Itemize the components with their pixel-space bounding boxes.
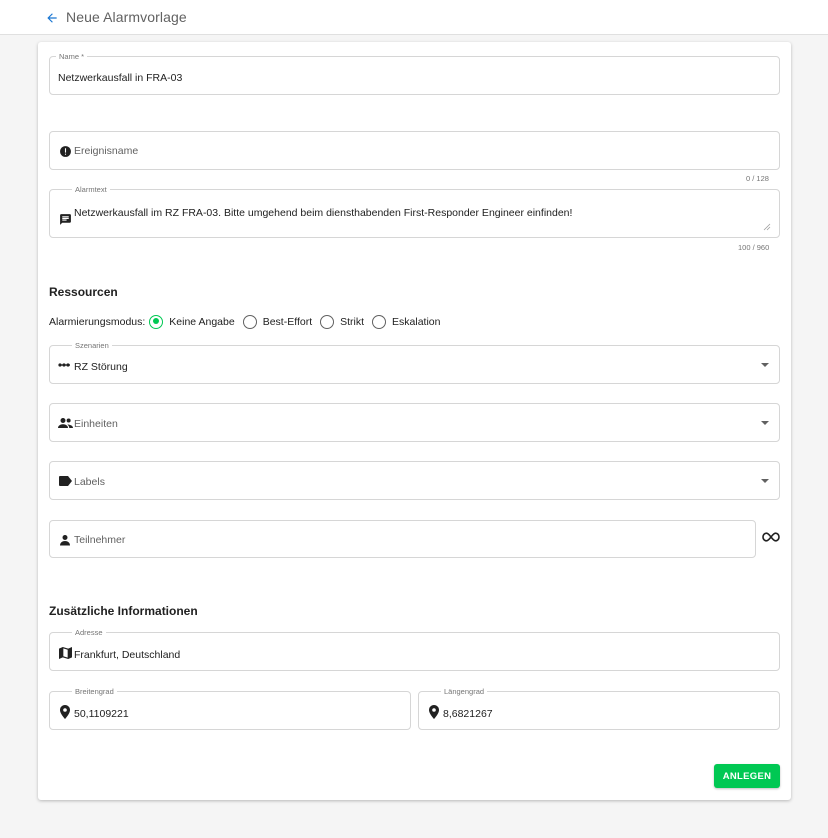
top-app-bar: Neue Alarmvorlage xyxy=(0,0,828,35)
longitude-value: 8,6821267 xyxy=(443,708,493,720)
alarm-text-counter: 100 / 960 xyxy=(738,243,770,252)
radio-strikt[interactable] xyxy=(320,315,335,329)
page-title: Neue Alarmvorlage xyxy=(66,9,187,25)
event-name-counter: 0 / 128 xyxy=(746,174,769,183)
address-field[interactable]: Adresse Frankfurt, Deutschland xyxy=(49,628,780,671)
alarm-text-value: Netzwerkausfall im RZ FRA-03. Bitte umge… xyxy=(74,207,573,219)
latitude-label: Breitengrad xyxy=(72,687,117,696)
name-field[interactable]: Name * Netzwerkausfall in FRA-03 xyxy=(49,52,780,95)
scenarios-value: RZ Störung xyxy=(74,361,128,373)
label-tag-icon xyxy=(59,476,72,486)
chevron-down-icon[interactable] xyxy=(761,479,769,483)
name-field-value: Netzwerkausfall in FRA-03 xyxy=(58,72,183,84)
radio-strikt-label: Strikt xyxy=(340,316,365,328)
labels-placeholder: Labels xyxy=(74,476,105,488)
alarm-mode-label: Alarmierungsmodus: xyxy=(49,316,146,328)
units-select[interactable]: Einheiten xyxy=(49,403,780,442)
location-pin-icon xyxy=(60,705,70,719)
resources-section-title: Ressourcen xyxy=(49,285,118,299)
labels-select[interactable]: Labels xyxy=(49,461,780,500)
address-value: Frankfurt, Deutschland xyxy=(74,649,181,661)
radio-keine-angabe-label: Keine Angabe xyxy=(169,316,235,328)
participants-field[interactable]: Teilnehmer xyxy=(49,520,756,558)
group-icon xyxy=(58,417,73,429)
radio-best-effort-label: Best-Effort xyxy=(262,316,313,328)
alarm-text-field[interactable]: Alarmtext Netzwerkausfall im RZ FRA-03. … xyxy=(49,185,780,238)
back-arrow-icon[interactable] xyxy=(44,10,60,26)
event-name-placeholder: Ereignisname xyxy=(74,145,139,157)
alarm-text-label: Alarmtext xyxy=(72,185,110,194)
longitude-field[interactable]: Längengrad 8,6821267 xyxy=(418,687,780,730)
participants-placeholder: Teilnehmer xyxy=(74,534,126,546)
additional-info-section-title: Zusätzliche Informationen xyxy=(49,604,198,618)
radio-eskalation-label: Eskalation xyxy=(392,316,441,328)
chevron-down-icon[interactable] xyxy=(761,421,769,425)
alert-circle-icon xyxy=(59,145,72,158)
chevron-down-icon[interactable] xyxy=(761,363,769,367)
latitude-field[interactable]: Breitengrad 50,1109221 xyxy=(49,687,411,730)
event-name-field[interactable]: Ereignisname xyxy=(49,131,780,170)
message-icon xyxy=(59,213,72,226)
alarm-mode-group: Alarmierungsmodus: Keine Angabe Best-Eff… xyxy=(49,314,449,330)
address-label: Adresse xyxy=(72,628,106,637)
radio-keine-angabe[interactable] xyxy=(149,315,164,329)
scenarios-select[interactable]: Szenarien RZ Störung xyxy=(49,341,780,384)
latitude-value: 50,1109221 xyxy=(74,708,129,720)
radio-best-effort[interactable] xyxy=(242,315,257,329)
name-field-label: Name * xyxy=(56,52,88,61)
infinity-icon[interactable] xyxy=(762,530,780,544)
scenarios-label: Szenarien xyxy=(72,341,112,350)
units-placeholder: Einheiten xyxy=(74,418,118,430)
create-button[interactable]: ANLEGEN xyxy=(714,764,780,788)
dots-horizontal-icon xyxy=(58,360,72,370)
person-icon xyxy=(59,534,71,546)
radio-eskalation[interactable] xyxy=(372,315,387,329)
map-icon xyxy=(59,647,72,659)
longitude-label: Längengrad xyxy=(441,687,488,696)
resize-handle-icon[interactable] xyxy=(763,223,771,231)
location-pin-icon xyxy=(429,705,439,719)
